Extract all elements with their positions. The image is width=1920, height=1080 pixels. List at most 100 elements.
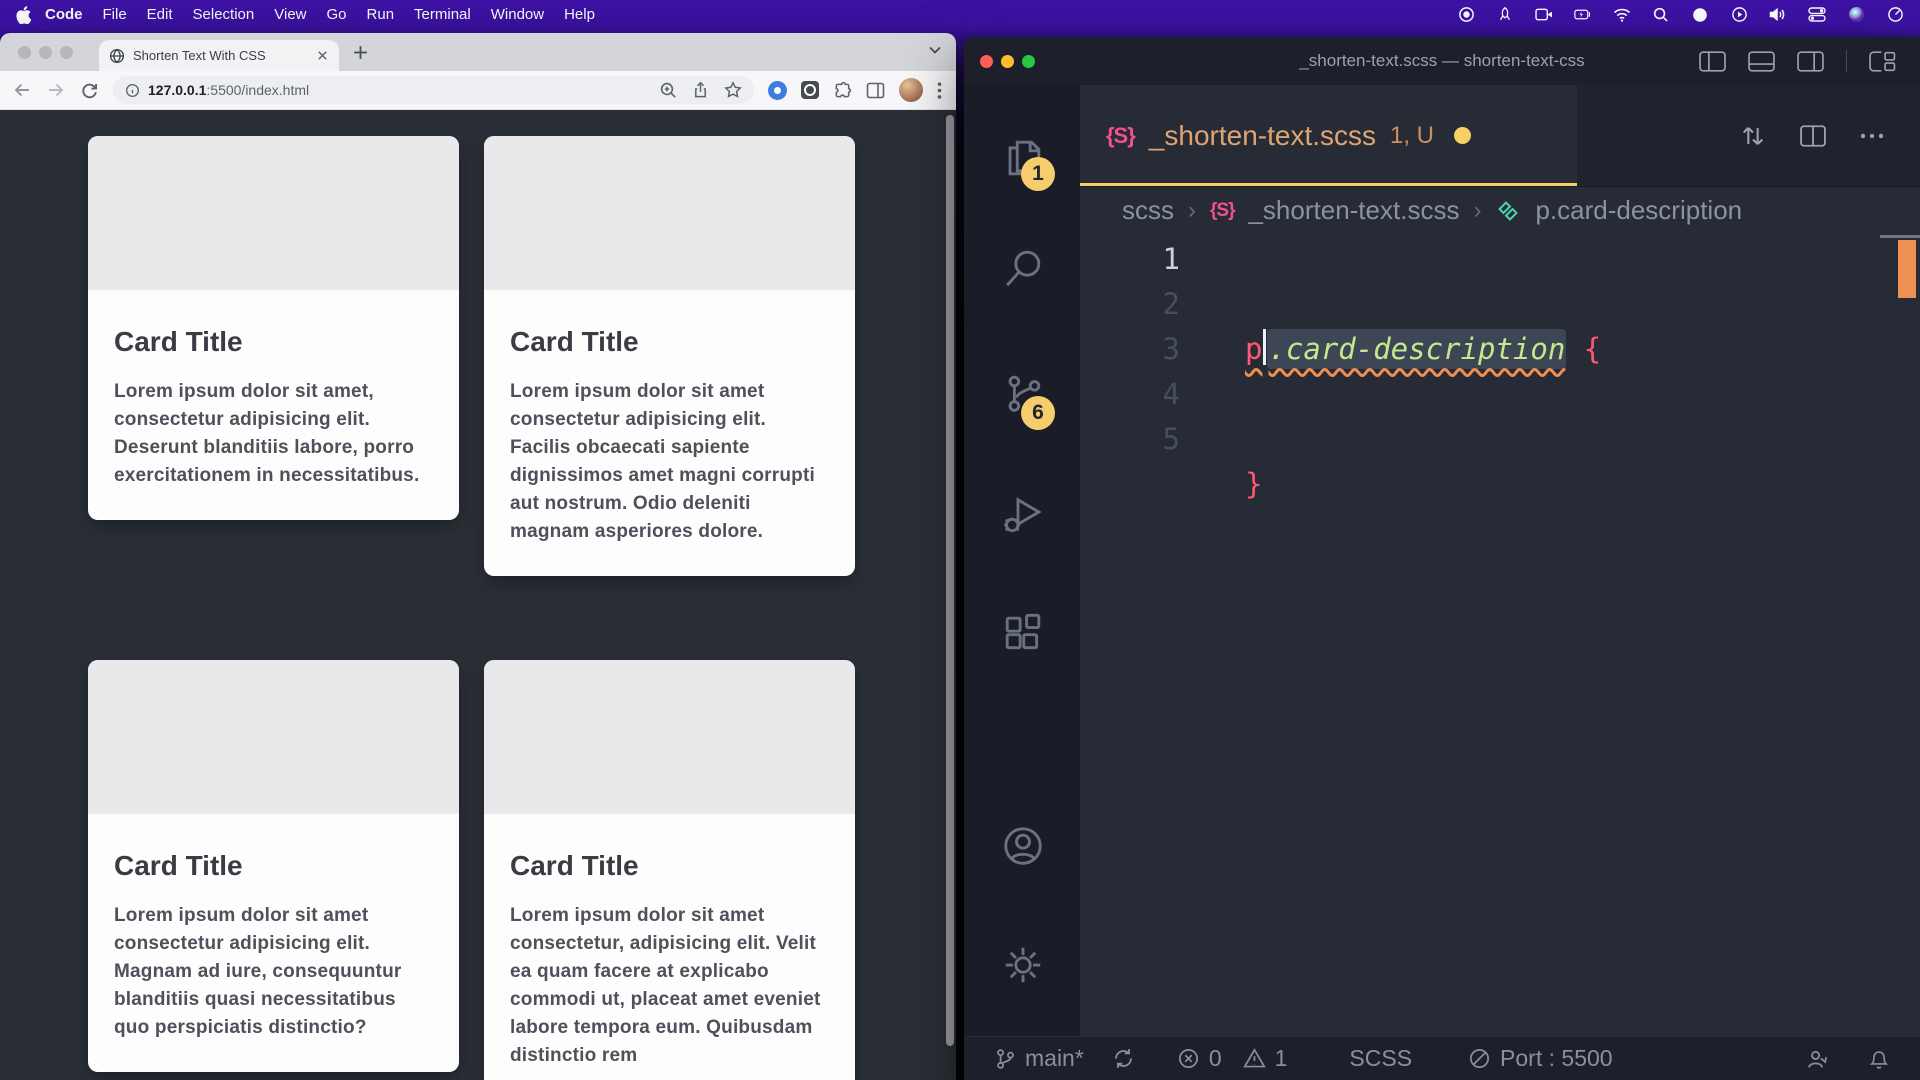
menu-edit[interactable]: Edit bbox=[137, 6, 183, 23]
new-tab-button[interactable] bbox=[353, 45, 368, 60]
live-server-port-item[interactable]: Port : 5500 bbox=[1468, 1045, 1613, 1072]
status-right-items bbox=[1806, 1047, 1890, 1071]
tab-problems-git-badge: 1, U bbox=[1390, 122, 1434, 150]
spotlight-icon[interactable] bbox=[1652, 6, 1670, 24]
focus-icon[interactable] bbox=[1691, 6, 1709, 24]
warnings-icon bbox=[1243, 1047, 1266, 1070]
unsaved-changes-dot[interactable] bbox=[1454, 127, 1471, 144]
circle-slash-icon bbox=[1468, 1047, 1491, 1070]
breadcrumb-folder[interactable]: scss bbox=[1122, 195, 1174, 226]
scss-file-icon: {S} bbox=[1106, 123, 1135, 149]
sync-changes-item[interactable] bbox=[1112, 1047, 1135, 1070]
extension-camera-icon[interactable] bbox=[801, 81, 819, 99]
chevron-right-icon: › bbox=[1188, 197, 1196, 225]
url-text[interactable]: 127.0.0.1:5500/index.html bbox=[148, 82, 309, 98]
browser-menu-dots-icon[interactable] bbox=[937, 82, 942, 99]
profile-avatar[interactable] bbox=[899, 78, 923, 102]
clock-icon[interactable] bbox=[1886, 6, 1904, 24]
menu-view[interactable]: View bbox=[264, 6, 316, 23]
forward-button[interactable] bbox=[46, 81, 66, 99]
vscode-title-bar[interactable]: _shorten-text.scss — shorten-text-css bbox=[964, 37, 1920, 85]
apple-icon[interactable] bbox=[16, 6, 31, 24]
screen-record-icon[interactable] bbox=[1535, 6, 1553, 24]
browser-tab[interactable]: Shorten Text With CSS bbox=[99, 40, 339, 71]
side-panel-icon[interactable] bbox=[866, 82, 885, 99]
menu-app[interactable]: Code bbox=[35, 6, 93, 23]
extensions-puzzle-icon[interactable] bbox=[833, 81, 852, 100]
menu-selection[interactable]: Selection bbox=[183, 6, 265, 23]
close-window-button[interactable] bbox=[18, 46, 31, 59]
menu-status-icons bbox=[1457, 6, 1904, 24]
split-editor-icon[interactable] bbox=[1800, 125, 1826, 147]
tab-close-icon[interactable] bbox=[316, 49, 329, 62]
page-scrollbar[interactable] bbox=[946, 115, 954, 1046]
notifications-bell-icon[interactable] bbox=[1868, 1047, 1890, 1071]
menu-run[interactable]: Run bbox=[357, 6, 405, 23]
account-icon[interactable] bbox=[1000, 823, 1046, 869]
rocket-icon[interactable] bbox=[1496, 6, 1514, 24]
line-number: 3 bbox=[1080, 327, 1180, 372]
open-brace: { bbox=[1584, 332, 1601, 366]
card-image-placeholder bbox=[88, 660, 459, 814]
feedback-person-icon[interactable] bbox=[1806, 1047, 1830, 1071]
sync-arrows-icon[interactable] bbox=[1740, 122, 1766, 150]
back-button[interactable] bbox=[12, 81, 32, 99]
divider bbox=[1846, 50, 1847, 72]
problems-item[interactable]: 0 1 bbox=[1177, 1045, 1288, 1072]
extension-blue-icon[interactable] bbox=[768, 81, 787, 100]
minimize-window-button[interactable] bbox=[39, 46, 52, 59]
more-actions-icon[interactable] bbox=[1860, 133, 1884, 139]
menu-terminal[interactable]: Terminal bbox=[404, 6, 481, 23]
wifi-icon[interactable] bbox=[1613, 6, 1631, 24]
zoom-page-icon[interactable] bbox=[659, 81, 677, 99]
tab-title: Shorten Text With CSS bbox=[133, 48, 308, 63]
card-2: Card Title Lorem ipsum dolor sit amet co… bbox=[484, 136, 855, 576]
bookmark-star-icon[interactable] bbox=[724, 81, 742, 99]
play-circle-icon[interactable] bbox=[1730, 6, 1748, 24]
close-brace: } bbox=[1245, 467, 1262, 501]
control-center-icon[interactable] bbox=[1808, 6, 1826, 24]
toggle-panel-icon[interactable] bbox=[1748, 51, 1775, 72]
battery-icon[interactable] bbox=[1574, 6, 1592, 24]
card-image-placeholder bbox=[88, 136, 459, 290]
card-title: Card Title bbox=[114, 326, 433, 358]
toggle-sidebar-icon[interactable] bbox=[1699, 51, 1726, 72]
address-bar[interactable]: 127.0.0.1:5500/index.html bbox=[113, 76, 754, 104]
extensions-icon[interactable] bbox=[1000, 611, 1046, 657]
run-debug-icon[interactable] bbox=[1000, 489, 1046, 535]
editor-tab-bar: {S} _shorten-text.scss 1, U bbox=[1080, 85, 1920, 187]
extension-icons bbox=[768, 78, 944, 102]
menu-bar: Code File Edit Selection View Go Run Ter… bbox=[0, 0, 1920, 29]
menu-help[interactable]: Help bbox=[554, 6, 605, 23]
toggle-secondary-sidebar-icon[interactable] bbox=[1797, 51, 1824, 72]
customize-layout-icon[interactable] bbox=[1869, 51, 1896, 72]
reload-button[interactable] bbox=[80, 81, 99, 100]
code-line-2: } bbox=[1245, 462, 1601, 507]
share-icon[interactable] bbox=[692, 81, 709, 99]
editor-actions bbox=[1740, 85, 1884, 186]
language-mode-item[interactable]: SCSS bbox=[1349, 1045, 1412, 1072]
scss-file-icon: {S} bbox=[1210, 200, 1234, 222]
breadcrumb-symbol[interactable]: p.card-description bbox=[1535, 195, 1742, 226]
scrollbar-slider[interactable] bbox=[1880, 235, 1920, 238]
editor-tab[interactable]: {S} _shorten-text.scss 1, U bbox=[1080, 85, 1577, 186]
code-editor[interactable]: 1 2 3 4 5 p.card-description { } bbox=[1080, 234, 1920, 1036]
desktop: Code File Edit Selection View Go Run Ter… bbox=[0, 0, 1920, 1080]
card-description: Lorem ipsum dolor sit amet, consectetur … bbox=[114, 378, 433, 490]
settings-gear-icon[interactable] bbox=[1000, 942, 1046, 988]
overview-ruler-warning-mark bbox=[1898, 240, 1916, 298]
search-icon[interactable] bbox=[1000, 245, 1046, 291]
site-info-icon[interactable] bbox=[125, 83, 140, 98]
menu-file[interactable]: File bbox=[93, 6, 137, 23]
git-branch-item[interactable]: main* bbox=[994, 1045, 1084, 1072]
tab-search-chevron-icon[interactable] bbox=[928, 45, 942, 55]
breadcrumb-file[interactable]: _shorten-text.scss bbox=[1248, 195, 1459, 226]
zoom-window-button[interactable] bbox=[60, 46, 73, 59]
volume-icon[interactable] bbox=[1769, 6, 1787, 24]
symbol-icon bbox=[1495, 198, 1521, 224]
menu-window[interactable]: Window bbox=[481, 6, 554, 23]
siri-icon[interactable] bbox=[1847, 6, 1865, 24]
status-bar: main* 0 1 SCSS Port : 5500 bbox=[964, 1036, 1920, 1080]
record-icon[interactable] bbox=[1457, 6, 1475, 24]
menu-go[interactable]: Go bbox=[317, 6, 357, 23]
